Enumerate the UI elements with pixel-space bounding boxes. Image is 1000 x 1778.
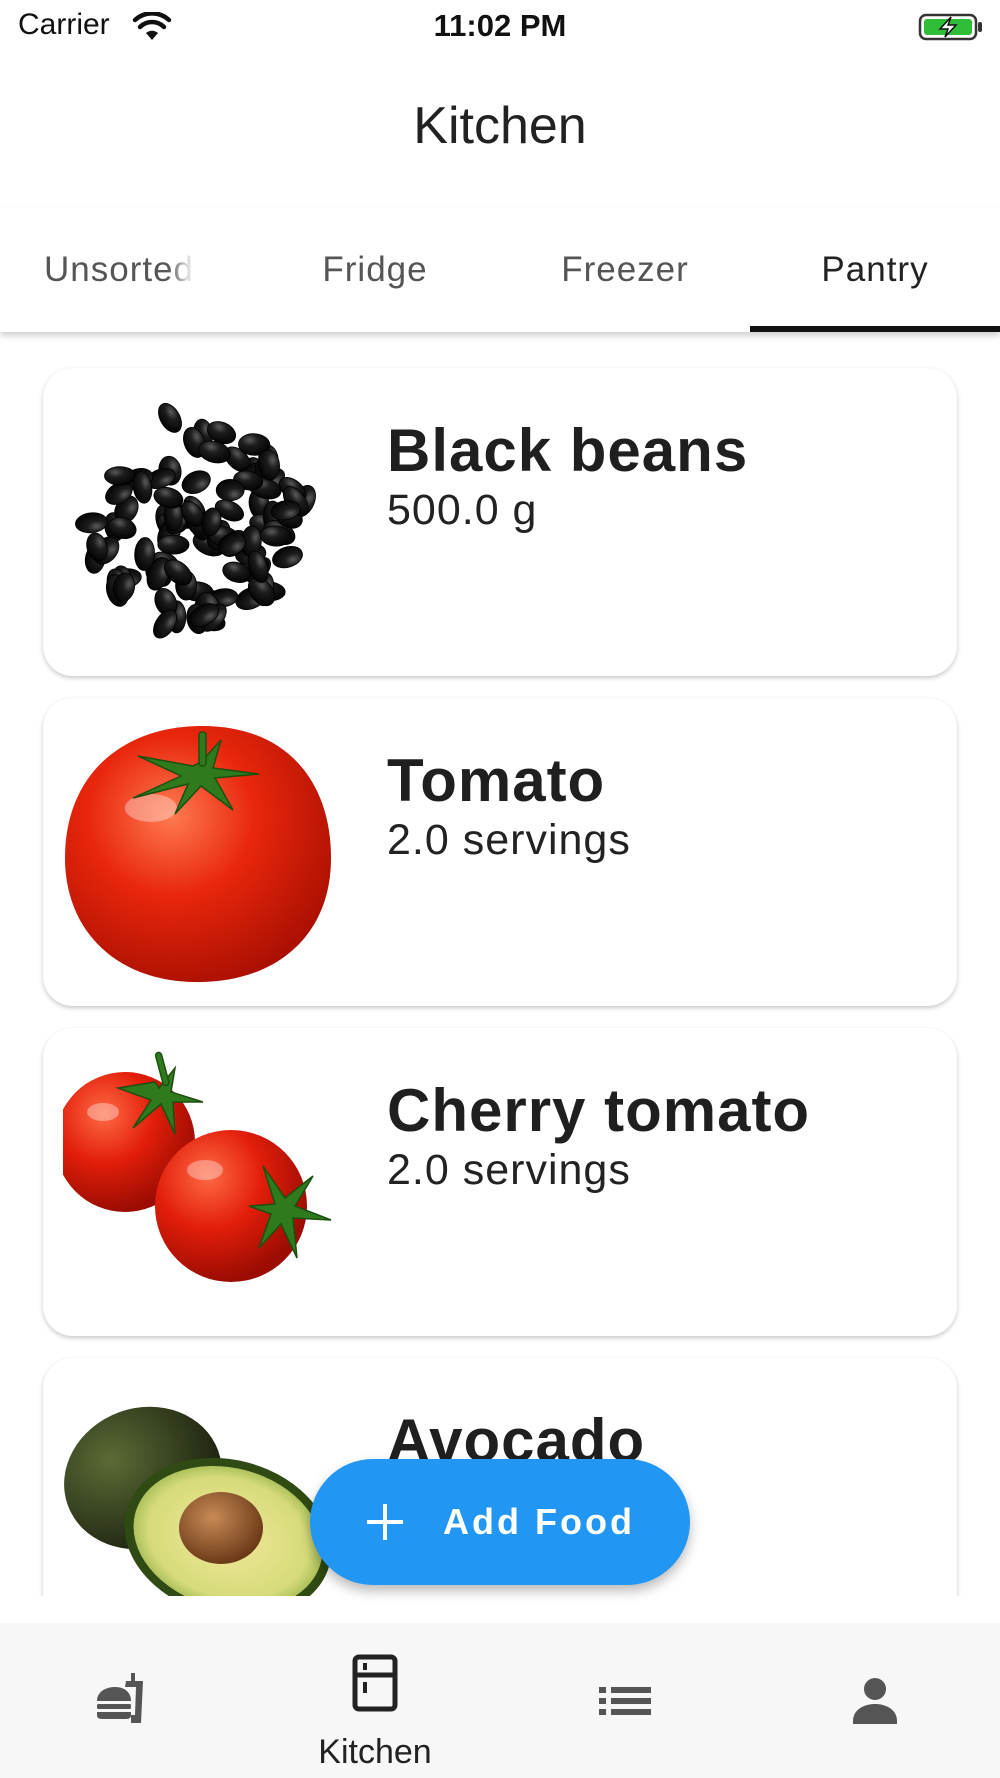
plus-icon <box>367 1504 404 1540</box>
nav-item-list[interactable] <box>500 1623 750 1778</box>
food-amount: 2.0 servings <box>387 816 631 864</box>
tab-label: Pantry <box>821 250 929 289</box>
battery-charging-icon <box>918 13 982 41</box>
bottom-navigation: Kitchen <box>0 1623 1000 1778</box>
tab-pantry[interactable]: Pantry <box>750 208 1000 332</box>
food-amount: 500.0 g <box>387 486 538 534</box>
food-card-black-beans[interactable]: Black beans 500.0 g <box>43 368 957 676</box>
tab-freezer[interactable]: Freezer <box>500 208 750 332</box>
tab-unsorted[interactable]: Unsorted <box>0 208 250 332</box>
list-icon <box>599 1687 651 1715</box>
black-beans-image <box>75 402 316 639</box>
status-bar: Carrier 11:02 PM <box>0 0 1000 56</box>
add-food-label: Add Food <box>443 1501 635 1542</box>
tab-label: Freezer <box>561 250 689 289</box>
tab-label: Fridge <box>322 250 428 289</box>
nav-label: Kitchen <box>318 1733 432 1771</box>
screen: Carrier 11:02 PM Kitchen Unsorted Fridge… <box>0 0 1000 1778</box>
status-time: 11:02 PM <box>433 8 567 43</box>
kitchen-icon <box>352 1654 398 1712</box>
nav-item-kitchen[interactable]: Kitchen <box>250 1623 500 1778</box>
tomato-image <box>65 725 331 983</box>
food-name: Black beans <box>387 417 749 484</box>
tab-fridge[interactable]: Fridge <box>250 208 500 332</box>
tab-label: Unsorted <box>44 250 195 289</box>
avocado-image <box>64 1406 332 1596</box>
food-list[interactable]: Black beans 500.0 g Tomato 2.0 servings … <box>0 332 1000 1596</box>
food-name: Cherry tomato <box>387 1077 811 1144</box>
food-name: Tomato <box>387 747 606 814</box>
person-icon <box>853 1678 897 1724</box>
cherry-tomato-image <box>63 1051 332 1282</box>
page-title: Kitchen <box>413 97 587 155</box>
food-card-cherry-tomato[interactable]: Cherry tomato 2.0 servings <box>43 1028 957 1336</box>
nav-item-meals[interactable] <box>0 1623 250 1778</box>
selected-tab-indicator <box>750 326 1000 332</box>
add-food-button[interactable]: Add Food <box>310 1459 690 1585</box>
food-card-tomato[interactable]: Tomato 2.0 servings <box>43 698 957 1006</box>
nav-item-profile[interactable] <box>750 1623 1000 1778</box>
fastfood-icon <box>97 1673 143 1723</box>
food-amount: 2.0 servings <box>387 1146 631 1194</box>
storage-tabs: Unsorted Fridge Freezer Pantry <box>0 208 1000 332</box>
